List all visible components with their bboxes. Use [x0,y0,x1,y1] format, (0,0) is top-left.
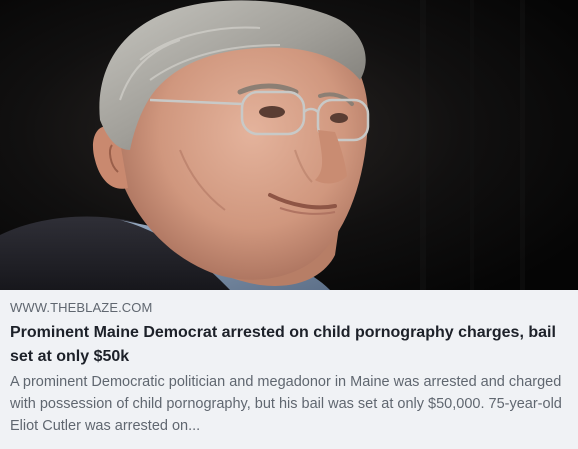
link-preview-card[interactable]: WWW.THEBLAZE.COM Prominent Maine Democra… [0,0,578,449]
article-headline[interactable]: Prominent Maine Democrat arrested on chi… [10,321,566,369]
source-domain: WWW.THEBLAZE.COM [10,300,153,315]
article-photo[interactable] [0,0,578,290]
portrait-image [0,0,578,290]
article-description: A prominent Democratic politician and me… [10,374,562,434]
link-preview-text[interactable]: WWW.THEBLAZE.COM Prominent Maine Democra… [0,290,578,449]
